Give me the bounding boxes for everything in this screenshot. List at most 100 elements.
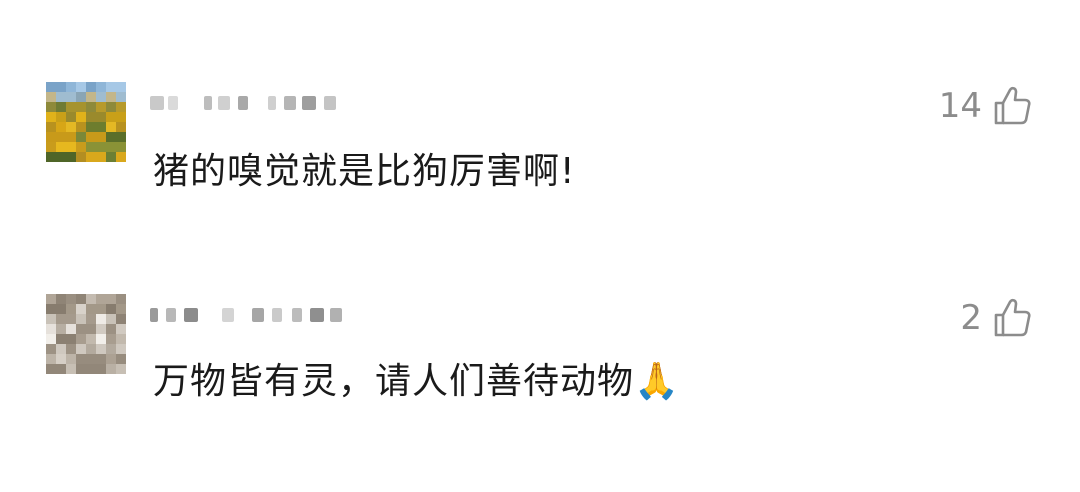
- avatar-pixel: [96, 344, 106, 354]
- avatar-pixel: [116, 334, 126, 344]
- avatar-pixel: [106, 92, 116, 102]
- avatar-pixel: [106, 152, 116, 162]
- avatar-pixel: [86, 102, 96, 112]
- avatar-pixel: [116, 122, 126, 132]
- username-blur-block: [252, 308, 264, 322]
- avatar-pixel: [86, 132, 96, 142]
- avatar-pixel: [66, 364, 76, 374]
- avatar-pixel: [106, 132, 116, 142]
- avatar-pixel: [86, 344, 96, 354]
- avatar-pixel: [96, 334, 106, 344]
- comment-text: 猪的嗅觉就是比狗厉害啊!: [153, 151, 576, 192]
- avatar-pixel: [56, 142, 66, 152]
- avatar-pixel: [56, 122, 66, 132]
- username-blur-block: [222, 308, 234, 322]
- username-blur-block: [284, 96, 296, 110]
- username-blur-block: [150, 308, 158, 322]
- avatar-pixel: [76, 152, 86, 162]
- avatar-pixel: [76, 364, 86, 374]
- avatar-pixel: [76, 344, 86, 354]
- avatar-pixel: [66, 294, 76, 304]
- avatar-pixel: [116, 82, 126, 92]
- avatar-pixel: [76, 142, 86, 152]
- avatar-pixel: [106, 122, 116, 132]
- avatar-pixel: [116, 142, 126, 152]
- avatar-pixel: [46, 142, 56, 152]
- avatar-pixel: [96, 82, 106, 92]
- avatar-pixel: [66, 334, 76, 344]
- username-blurred[interactable]: [150, 88, 336, 118]
- avatar-pixel: [106, 324, 116, 334]
- avatar-pixel: [66, 112, 76, 122]
- avatar-pixel: [46, 82, 56, 92]
- avatar-pixel: [96, 304, 106, 314]
- avatar-pixel: [76, 102, 86, 112]
- avatar-pixel: [66, 122, 76, 132]
- avatar-pixel: [56, 344, 66, 354]
- avatar-pixel: [46, 92, 56, 102]
- avatar-pixel: [96, 92, 106, 102]
- avatar-pixel: [56, 132, 66, 142]
- avatar-pixel: [46, 112, 56, 122]
- username-blur-block: [292, 308, 302, 322]
- username-blur-block: [150, 96, 164, 110]
- avatar-pixel: [46, 102, 56, 112]
- avatar-pixel: [106, 82, 116, 92]
- avatar-pixel: [96, 294, 106, 304]
- username-blurred[interactable]: [150, 300, 342, 330]
- avatar-pixel: [66, 152, 76, 162]
- avatar-pixel: [66, 354, 76, 364]
- avatar-pixel: [46, 294, 56, 304]
- avatar-pixel: [56, 364, 66, 374]
- like-count: 2: [960, 298, 982, 338]
- avatar-pixel: [96, 122, 106, 132]
- username-blur-block: [330, 308, 342, 322]
- avatar-pixel: [86, 82, 96, 92]
- avatar-pixel: [56, 354, 66, 364]
- avatar-pixel: [86, 364, 96, 374]
- avatar-pixel: [96, 354, 106, 364]
- avatar-pixel: [66, 314, 76, 324]
- avatar-pixel: [86, 324, 96, 334]
- avatar-pixel: [116, 304, 126, 314]
- avatar-pixel: [116, 314, 126, 324]
- avatar-pixel: [76, 294, 86, 304]
- avatar-pixel: [76, 354, 86, 364]
- avatar-pixel: [116, 102, 126, 112]
- username-blur-block: [268, 96, 276, 110]
- username-blur-block: [184, 308, 198, 322]
- avatar-pixel: [56, 92, 66, 102]
- avatar-pixel: [76, 314, 86, 324]
- comment-item: 2 万物皆有灵，请人们善待动物🙏: [0, 292, 1080, 452]
- avatar-pixel: [56, 102, 66, 112]
- avatar-pixel: [46, 334, 56, 344]
- avatar-pixel: [96, 142, 106, 152]
- avatar-pixel: [76, 82, 86, 92]
- avatar-pixel: [116, 354, 126, 364]
- like-button[interactable]: 2: [960, 295, 1032, 341]
- avatar-pixel: [106, 294, 116, 304]
- avatar[interactable]: [46, 82, 126, 162]
- avatar-pixel: [56, 82, 66, 92]
- avatar-pixel: [86, 92, 96, 102]
- avatar-pixel: [66, 132, 76, 142]
- like-count: 14: [938, 86, 982, 126]
- username-blur-block: [310, 308, 324, 322]
- avatar-pixel: [56, 324, 66, 334]
- avatar[interactable]: [46, 294, 126, 374]
- avatar-pixel: [106, 304, 116, 314]
- avatar-pixel: [86, 112, 96, 122]
- username-blur-block: [204, 96, 212, 110]
- like-button[interactable]: 14: [939, 83, 1032, 129]
- avatar-pixel: [46, 324, 56, 334]
- avatar-pixel: [106, 364, 116, 374]
- avatar-pixel: [56, 112, 66, 122]
- avatar-pixel: [96, 152, 106, 162]
- avatar-pixel: [116, 132, 126, 142]
- avatar-pixel: [66, 142, 76, 152]
- avatar-pixel: [76, 112, 86, 122]
- avatar-pixel: [66, 92, 76, 102]
- username-blur-block: [302, 96, 316, 110]
- avatar-pixel: [96, 112, 106, 122]
- username-blur-block: [238, 96, 248, 110]
